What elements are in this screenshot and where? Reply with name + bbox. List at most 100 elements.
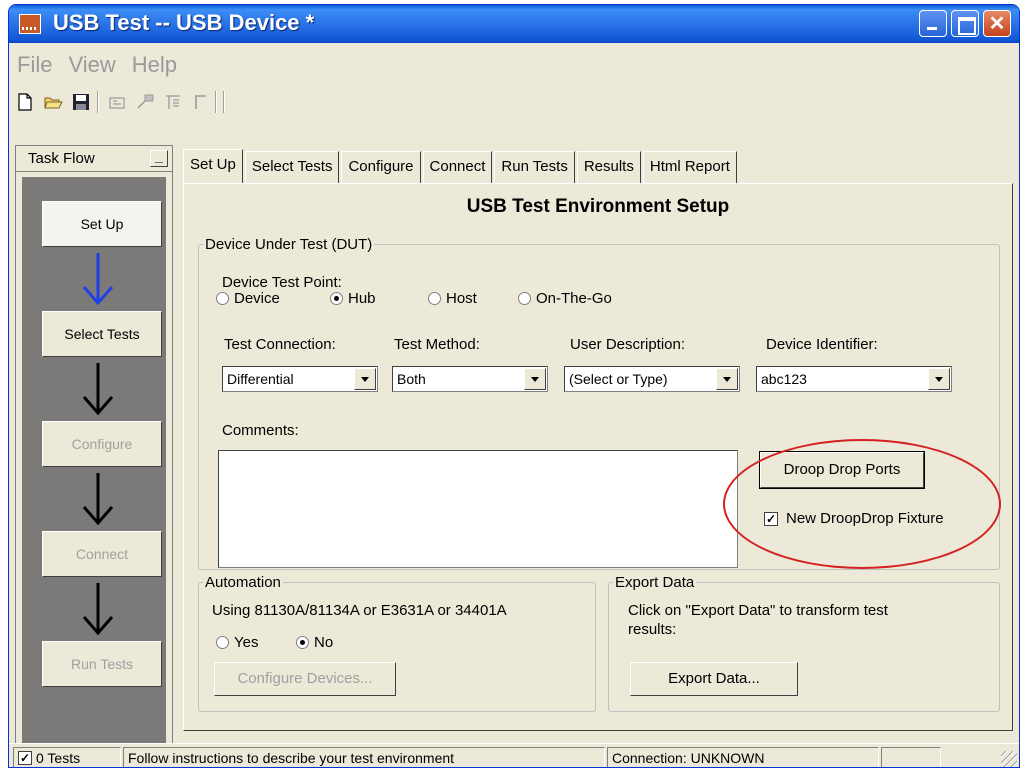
status-tests[interactable]: ✓ 0 Tests [13,747,121,767]
tool-icon-1[interactable] [107,92,127,112]
save-icon[interactable] [71,92,91,112]
chevron-down-icon[interactable] [524,368,546,390]
device-identifier-combo[interactable]: abc123 [756,366,952,392]
tab-select-tests[interactable]: Select Tests [244,151,340,183]
task-step-set-up[interactable]: Set Up [42,201,162,247]
radio-no-label: No [314,634,334,651]
arrow-down-icon [82,253,114,306]
radio-yes-label: Yes [234,634,259,651]
radio-on-the-go-dot [518,292,531,305]
toolbar [9,87,1019,117]
test-method-value: Both [397,371,426,387]
configure-devices-button[interactable]: Configure Devices... [214,662,396,696]
device-identifier-label: Device Identifier: [766,336,878,353]
page-title: USB Test Environment Setup [466,196,730,217]
test-connection-value: Differential [227,371,294,387]
tool-icon-2[interactable] [135,92,155,112]
close-button[interactable]: ✕ [983,10,1011,37]
tab-run-tests[interactable]: Run Tests [494,151,575,183]
automation-legend: Automation [205,574,281,591]
export-text-line1: Click on "Export Data" to transform test [628,602,888,619]
arrow-down-icon [82,473,114,526]
radio-on-the-go[interactable]: On-The-Go [518,290,612,307]
radio-host-label: Host [446,290,477,307]
maximize-button[interactable] [951,10,979,37]
status-bar: ✓ 0 Tests Follow instructions to describ… [9,743,1019,767]
menu-file[interactable]: File [9,51,60,79]
title-bar[interactable]: USB Test -- USB Device * ✕ [9,5,1019,43]
resize-grip-icon[interactable] [1001,751,1017,767]
droop-drop-ports-button[interactable]: Droop Drop Ports [759,451,925,489]
toolbar-separator [215,91,217,113]
export-data-button[interactable]: Export Data... [630,662,798,696]
test-connection-select[interactable]: Differential [222,366,378,392]
setup-tab-content: USB Test Environment Setup Device Under … [183,183,1013,731]
status-connection: Connection: UNKNOWN [607,747,879,767]
task-flow-minimize-button[interactable]: _ [150,149,168,167]
app-window: USB Test -- USB Device * ✕ File View Hel… [8,4,1020,768]
user-description-value: (Select or Type) [569,371,668,387]
new-droopdrop-fixture-checkbox[interactable]: ✓ New DroopDrop Fixture [764,510,944,527]
radio-automation-no[interactable]: No [296,634,333,651]
user-description-combo[interactable]: (Select or Type) [564,366,740,392]
radio-hub-dot [330,292,343,305]
open-folder-icon[interactable] [43,92,63,112]
toolbar-separator [97,91,99,113]
task-flow-body: Set Up Select Tests Configure Connect Ru… [22,177,166,749]
radio-automation-yes[interactable]: Yes [216,634,258,651]
arrow-down-icon [82,363,114,416]
tab-configure[interactable]: Configure [341,151,421,183]
status-tests-label: 0 Tests [36,750,81,766]
chevron-down-icon[interactable] [354,368,376,390]
tab-html-report[interactable]: Html Report [642,151,737,183]
radio-on-the-go-label: On-The-Go [536,290,612,307]
chevron-down-icon[interactable] [716,368,738,390]
task-step-connect[interactable]: Connect [42,531,162,577]
task-flow-title: Task Flow [28,150,95,167]
check-icon: ✓ [764,511,778,526]
tool-icon-4[interactable] [191,92,211,112]
menu-view[interactable]: View [60,51,123,79]
status-empty [881,747,941,767]
arrow-down-icon [82,583,114,636]
radio-host[interactable]: Host [428,290,477,307]
radio-device-dot [216,292,229,305]
chevron-down-icon[interactable] [928,368,950,390]
device-identifier-value: abc123 [761,371,807,387]
comments-textarea[interactable] [218,450,738,568]
tab-results[interactable]: Results [576,151,641,183]
tab-connect[interactable]: Connect [422,151,493,183]
toolbar-separator [223,91,225,113]
menu-bar: File View Help [9,51,1019,79]
tab-set-up[interactable]: Set Up [183,149,243,185]
test-method-label: Test Method: [394,336,480,353]
minimize-button[interactable] [919,10,947,37]
task-step-select-tests[interactable]: Select Tests [42,311,162,357]
radio-device[interactable]: Device [216,290,280,307]
user-description-label: User Description: [570,336,686,353]
radio-device-label: Device [234,290,280,307]
task-flow-header: Task Flow _ [16,146,172,172]
status-message: Follow instructions to describe your tes… [123,747,605,767]
tool-icon-3[interactable] [163,92,183,112]
test-method-select[interactable]: Both [392,366,548,392]
radio-no-dot [296,636,309,649]
new-droopdrop-fixture-label: New DroopDrop Fixture [786,510,944,527]
radio-hub[interactable]: Hub [330,290,376,307]
test-connection-label: Test Connection: [224,336,336,353]
new-file-icon[interactable] [15,92,35,112]
tab-strip: Set Up Select Tests Configure Connect Ru… [183,149,739,185]
check-icon: ✓ [18,751,32,765]
comments-label: Comments: [222,422,299,439]
automation-text: Using 81130A/81134A or E3631A or 34401A [212,602,507,619]
test-point-label: Device Test Point: [222,274,342,291]
menu-help[interactable]: Help [124,51,185,79]
task-flow-panel: Task Flow _ Set Up Select Tests Configur… [15,145,173,755]
radio-yes-dot [216,636,229,649]
export-text-line2: results: [628,621,677,638]
radio-hub-label: Hub [348,290,376,307]
window-title: USB Test -- USB Device * [53,10,315,35]
task-step-run-tests[interactable]: Run Tests [42,641,162,687]
task-step-configure[interactable]: Configure [42,421,162,467]
close-icon: ✕ [988,13,1006,35]
